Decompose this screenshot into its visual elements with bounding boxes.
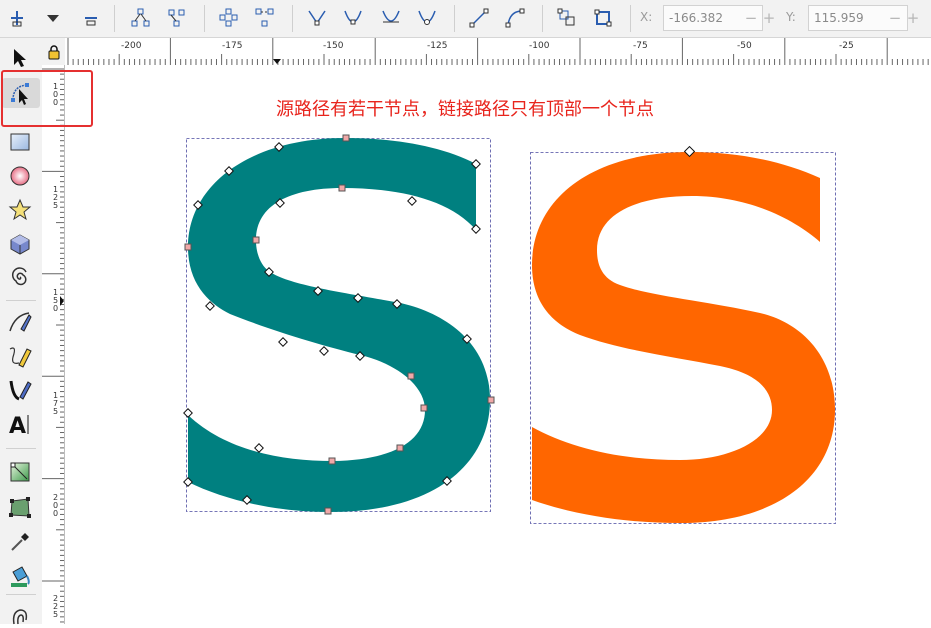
- lock-icon: [48, 44, 59, 59]
- path-node: [338, 184, 346, 192]
- ruler-label: -175: [222, 41, 243, 51]
- y-increment-button[interactable]: +: [904, 6, 922, 30]
- ruler-label: -100: [529, 41, 550, 51]
- 3d-box-tool-icon[interactable]: [6, 230, 34, 258]
- selector-arrow-icon[interactable]: [6, 44, 34, 72]
- ruler-label: 125: [53, 185, 59, 210]
- break-path-icon[interactable]: [164, 5, 190, 31]
- ruler-label: 150: [53, 288, 59, 313]
- annotation-text: 源路径有若干节点，链接路径只有顶部一个节点: [276, 99, 654, 120]
- delete-node-icon[interactable]: [78, 5, 104, 31]
- join-segment-icon[interactable]: [216, 5, 242, 31]
- path-node: [407, 372, 415, 380]
- ellipse-tool-icon[interactable]: [6, 162, 34, 190]
- star-tool-icon[interactable]: [6, 196, 34, 224]
- curve-segment-icon[interactable]: [502, 5, 528, 31]
- path-node: [319, 346, 329, 356]
- ruler-label: 200: [53, 493, 59, 518]
- source-path-s[interactable]: [183, 134, 495, 515]
- ruler-label: -75: [633, 41, 648, 51]
- path-node: [205, 301, 215, 311]
- cusp-node-icon[interactable]: [304, 5, 330, 31]
- path-node: [407, 196, 417, 206]
- ruler-label: -150: [323, 41, 344, 51]
- horizontal-ruler-ticks: [67, 38, 929, 65]
- calligraphy-tool-icon[interactable]: [6, 376, 34, 404]
- rectangle-tool-icon[interactable]: [6, 128, 34, 156]
- vertical-ruler[interactable]: 100 125 150 175 200 225: [42, 65, 65, 624]
- y-decrement-button[interactable]: −: [886, 6, 904, 30]
- spiral-tool-icon[interactable]: [6, 264, 34, 292]
- paint-bucket-icon[interactable]: [6, 562, 34, 590]
- stroke-to-path-icon[interactable]: [590, 5, 616, 31]
- svg-text:A: A: [9, 414, 26, 437]
- ruler-label: -200: [121, 41, 142, 51]
- drawing-canvas[interactable]: 源路径有若干节点，链接路径只有顶部一个节点: [65, 65, 931, 624]
- vertical-ruler-ticks: [42, 68, 64, 623]
- x-increment-button[interactable]: +: [760, 6, 778, 30]
- text-tool-icon[interactable]: A: [6, 410, 34, 438]
- smooth-node-icon[interactable]: [340, 5, 366, 31]
- path-node: [254, 443, 264, 453]
- delete-segment-icon[interactable]: [252, 5, 278, 31]
- ruler-label: -125: [427, 41, 448, 51]
- path-node: [420, 404, 428, 412]
- ruler-label: -50: [737, 41, 752, 51]
- mesh-tool-icon[interactable]: [6, 494, 34, 522]
- linked-path-s[interactable]: [530, 145, 836, 524]
- object-to-path-icon[interactable]: [554, 5, 580, 31]
- y-coordinate-label: Y:: [786, 10, 796, 24]
- line-segment-icon[interactable]: [466, 5, 492, 31]
- pen-tool-icon[interactable]: [6, 308, 34, 336]
- ruler-label: 175: [53, 391, 59, 416]
- dropdown-arrow-icon[interactable]: [40, 5, 66, 31]
- node-tool-highlight-box: [1, 70, 93, 127]
- tool-controls-bar: X: -166.382 − + Y: 115.959 − +: [0, 0, 931, 38]
- path-node: [324, 507, 332, 515]
- lock-guides-toggle[interactable]: [42, 38, 65, 65]
- symmetric-node-icon[interactable]: [378, 5, 404, 31]
- auto-smooth-node-icon[interactable]: [414, 5, 440, 31]
- join-nodes-icon[interactable]: [128, 5, 154, 31]
- horizontal-ruler[interactable]: -200 -175 -150 -125 -100 -75 -50 -25: [65, 38, 931, 66]
- ruler-label: 225: [53, 594, 59, 619]
- path-node: [252, 236, 260, 244]
- path-node: [183, 408, 193, 418]
- path-node: [487, 396, 495, 404]
- x-coordinate-label: X:: [640, 10, 653, 24]
- ruler-label: -25: [839, 41, 854, 51]
- gradient-tool-icon[interactable]: [6, 458, 34, 486]
- dropper-tool-icon[interactable]: [6, 528, 34, 556]
- pencil-tool-icon[interactable]: [6, 342, 34, 370]
- path-node: [278, 337, 288, 347]
- path-node: [396, 444, 404, 452]
- x-decrement-button[interactable]: −: [742, 6, 760, 30]
- insert-node-icon[interactable]: [4, 5, 30, 31]
- path-node: [328, 457, 336, 465]
- path-node: [342, 134, 350, 142]
- path-node: [184, 243, 192, 251]
